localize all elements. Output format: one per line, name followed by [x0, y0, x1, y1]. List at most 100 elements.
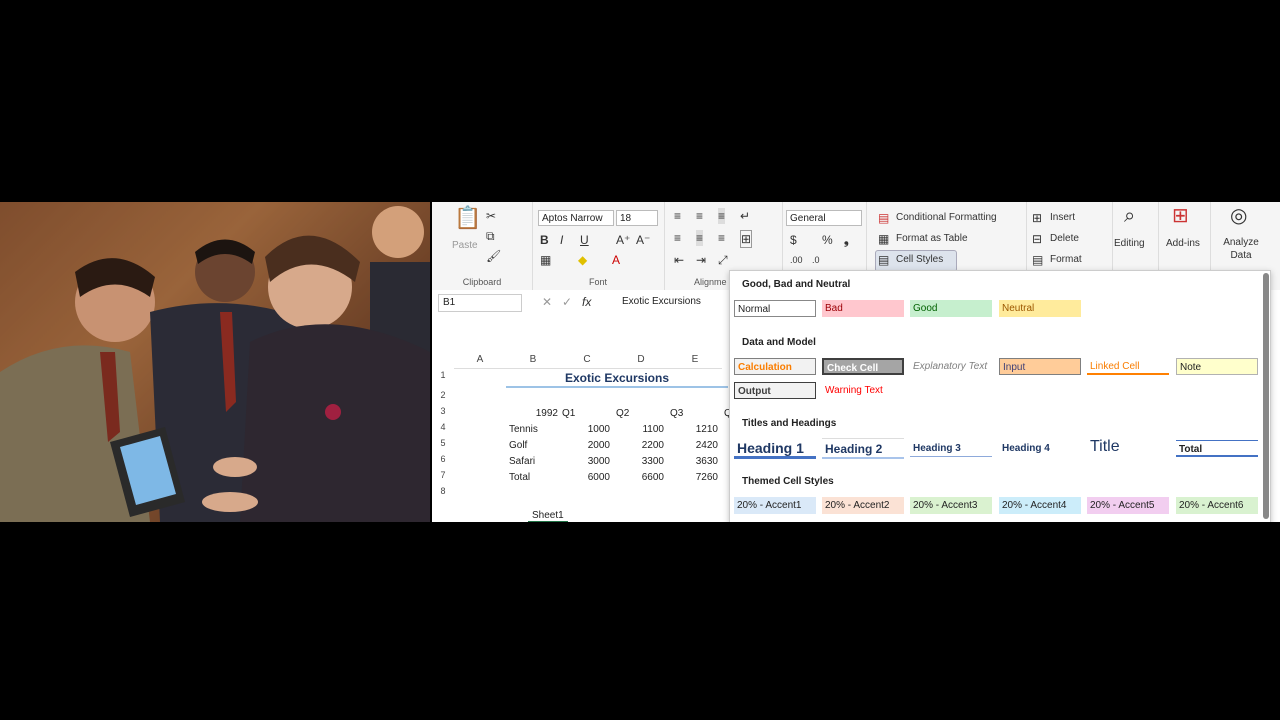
conditional-formatting-button[interactable]: Conditional Formatting [896, 210, 997, 226]
data-cell[interactable]: 1100 [614, 422, 664, 438]
row-label-cell[interactable]: Golf [509, 438, 527, 454]
editing-button[interactable]: Editing [1114, 236, 1145, 252]
style-heading-2[interactable]: Heading 2 [822, 438, 904, 459]
data-cell[interactable]: 6600 [614, 470, 664, 486]
wrap-text-icon[interactable]: ↵ [740, 208, 750, 224]
fx-icon[interactable]: fx [582, 294, 591, 310]
data-cell[interactable]: 3630 [668, 454, 718, 470]
header-cell[interactable]: Q2 [616, 406, 629, 422]
data-cell[interactable]: 3000 [560, 454, 610, 470]
data-cell[interactable]: 2420 [668, 438, 718, 454]
orientation-icon[interactable]: ⤢ [718, 252, 728, 268]
style-accent4[interactable]: 20% - Accent4 [999, 497, 1081, 514]
cell-styles-button[interactable]: ▤ Cell Styles [875, 250, 957, 272]
row-header[interactable]: 5 [432, 438, 454, 448]
align-center-icon[interactable]: ≡ [696, 230, 704, 246]
align-left-icon[interactable]: ≡ [674, 230, 681, 246]
header-cell[interactable]: 1992 [506, 406, 558, 422]
insert-icon[interactable]: ⊞ [1032, 210, 1042, 226]
data-cell[interactable]: 2200 [614, 438, 664, 454]
style-check-cell[interactable]: Check Cell [822, 358, 904, 375]
style-accent3[interactable]: 20% - Accent3 [910, 497, 992, 514]
header-cell[interactable]: Q3 [670, 406, 683, 422]
middle-align-icon[interactable]: ≡ [696, 208, 703, 224]
delete-icon[interactable]: ⊟ [1032, 231, 1042, 247]
font-color-icon[interactable]: A [612, 252, 620, 268]
analyze-data-icon[interactable]: ◎ [1230, 206, 1247, 226]
row-label-cell[interactable]: Safari [509, 454, 535, 470]
column-header[interactable]: D [614, 352, 668, 369]
row-header[interactable]: 8 [432, 486, 454, 496]
style-heading-3[interactable]: Heading 3 [910, 440, 992, 457]
style-accent6[interactable]: 20% - Accent6 [1176, 497, 1258, 514]
bold-icon[interactable]: B [540, 232, 549, 248]
decrease-font-icon[interactable]: A⁻ [636, 232, 650, 248]
analyze-data-button[interactable]: Analyze Data [1218, 236, 1264, 262]
style-good[interactable]: Good [910, 300, 992, 317]
data-cell[interactable]: 7260 [668, 470, 718, 486]
cut-icon[interactable]: ✂ [486, 208, 496, 224]
format-button[interactable]: Format [1050, 252, 1082, 268]
style-neutral[interactable]: Neutral [999, 300, 1081, 317]
row-header[interactable]: 7 [432, 470, 454, 480]
column-header[interactable]: E [668, 352, 722, 369]
enter-icon[interactable]: ✓ [562, 294, 572, 310]
row-header[interactable]: 4 [432, 422, 454, 432]
row-header[interactable]: 1 [432, 370, 454, 380]
conditional-formatting-icon[interactable]: ▤ [878, 210, 889, 226]
data-cell[interactable]: 2000 [560, 438, 610, 454]
number-format-select[interactable]: General [786, 210, 862, 226]
decrease-indent-icon[interactable]: ⇤ [674, 252, 684, 268]
top-align-icon[interactable]: ≡ [674, 208, 681, 224]
currency-icon[interactable]: $ [790, 232, 797, 248]
italic-icon[interactable]: I [560, 232, 563, 248]
style-heading-4[interactable]: Heading 4 [999, 440, 1081, 457]
font-size-select[interactable]: 18 [616, 210, 658, 226]
column-header[interactable]: A [454, 352, 506, 369]
style-explanatory-text[interactable]: Explanatory Text [910, 358, 992, 375]
comma-icon[interactable]: ❟ [844, 232, 849, 248]
style-linked-cell[interactable]: Linked Cell [1087, 358, 1169, 375]
borders-icon[interactable]: ▦ [540, 252, 551, 268]
fill-color-icon[interactable]: ◆ [578, 252, 587, 268]
data-cell[interactable]: 6000 [560, 470, 610, 486]
paste-button[interactable]: Paste [452, 238, 478, 254]
data-cell[interactable]: 1210 [668, 422, 718, 438]
bottom-align-icon[interactable]: ≡ [718, 208, 726, 224]
cancel-icon[interactable]: ✕ [542, 294, 552, 310]
data-cell[interactable]: 3300 [614, 454, 664, 470]
increase-font-icon[interactable]: A⁺ [616, 232, 630, 248]
style-warning-text[interactable]: Warning Text [822, 382, 904, 399]
style-accent5[interactable]: 20% - Accent5 [1087, 497, 1169, 514]
format-painter-icon[interactable]: 🖌 [486, 248, 501, 264]
format-table-icon[interactable]: ▦ [878, 231, 889, 247]
column-header[interactable]: C [560, 352, 614, 369]
increase-decimal-icon[interactable]: .00 [790, 252, 803, 268]
style-normal[interactable]: Normal [734, 300, 816, 317]
style-note[interactable]: Note [1176, 358, 1258, 375]
column-header[interactable]: B [506, 352, 560, 369]
row-header[interactable]: 2 [432, 390, 454, 400]
addins-icon[interactable]: ⊞ [1172, 206, 1189, 226]
row-header[interactable]: 6 [432, 454, 454, 464]
title-cell[interactable]: Exotic Excursions [506, 370, 728, 388]
merge-center-icon[interactable]: ⊞ [740, 230, 753, 248]
gallery-scrollbar[interactable] [1263, 273, 1269, 519]
style-accent2[interactable]: 20% - Accent2 [822, 497, 904, 514]
style-heading-1[interactable]: Heading 1 [734, 437, 816, 459]
style-output[interactable]: Output [734, 382, 816, 399]
name-box[interactable]: B1 [438, 294, 522, 312]
row-label-cell[interactable]: Tennis [509, 422, 538, 438]
underline-icon[interactable]: U [580, 232, 589, 248]
style-calculation[interactable]: Calculation [734, 358, 816, 375]
paste-icon[interactable]: 📋 [454, 207, 481, 236]
style-title[interactable]: Title [1087, 436, 1169, 458]
insert-button[interactable]: Insert [1050, 210, 1075, 226]
format-as-table-button[interactable]: Format as Table [896, 231, 968, 247]
search-icon[interactable]: ⌕ [1124, 206, 1135, 226]
align-right-icon[interactable]: ≡ [718, 230, 725, 246]
percent-icon[interactable]: % [822, 232, 833, 248]
decrease-decimal-icon[interactable]: .0 [812, 252, 820, 268]
header-cell[interactable]: Q1 [562, 406, 575, 422]
style-input[interactable]: Input [999, 358, 1081, 375]
